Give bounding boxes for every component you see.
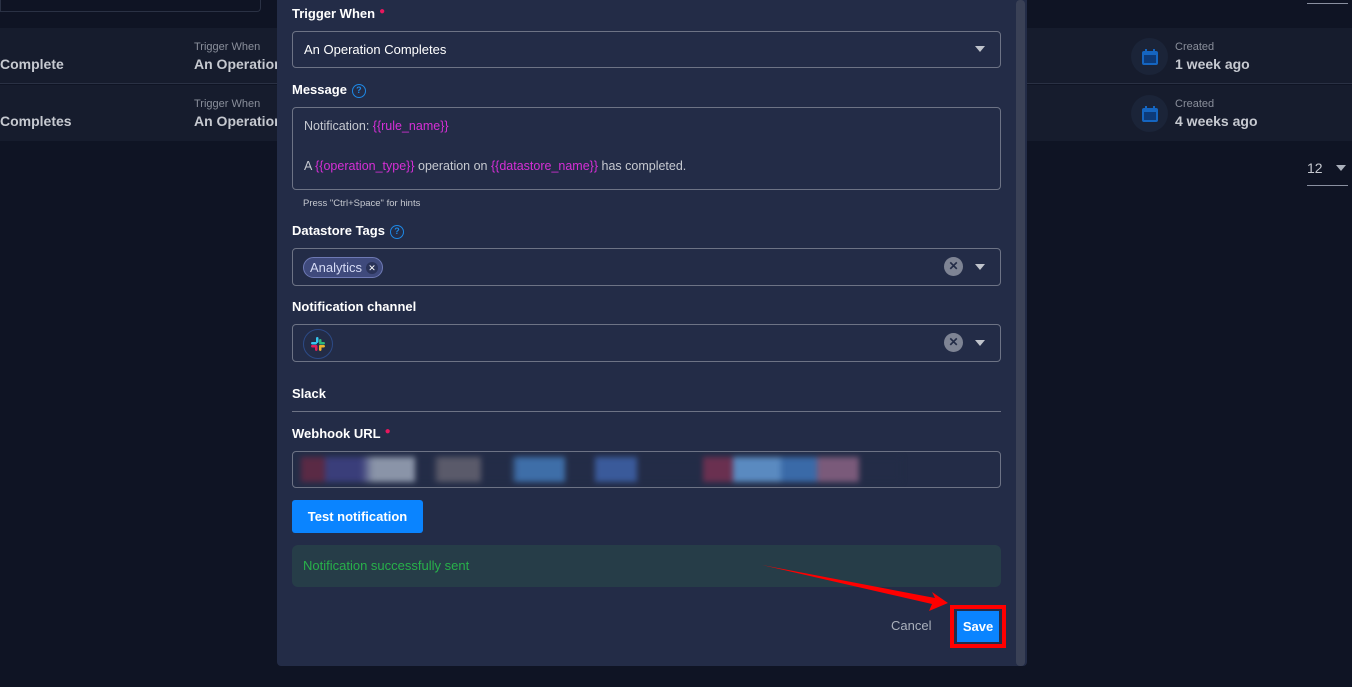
rule-name: Completes: [0, 113, 72, 129]
trigger-label: Trigger When ●: [292, 6, 386, 21]
created-value: 4 weeks ago: [1175, 113, 1258, 129]
clear-icon[interactable]: ✕: [944, 333, 963, 352]
page-size-value: 12: [1307, 160, 1323, 176]
trigger-value: An Operation Completes: [304, 42, 447, 57]
trigger-label: Trigger When: [194, 98, 261, 110]
chevron-down-icon[interactable]: [975, 340, 985, 351]
slack-icon: [303, 329, 333, 359]
test-notification-button[interactable]: Test notification: [292, 500, 423, 533]
help-icon[interactable]: ?: [389, 224, 404, 239]
message-line: A {{operation_type}} operation on {{data…: [304, 159, 687, 173]
channel-label: Notification channel: [292, 299, 417, 314]
notification-rule-modal: Trigger When ● An Operation Completes Mes…: [277, 0, 1027, 666]
message-label: Message?: [292, 82, 366, 98]
page-size-select[interactable]: 12: [1307, 160, 1348, 186]
tag-chip: Analytics ✕: [303, 257, 384, 278]
tags-label: Datastore Tags?: [292, 223, 404, 239]
message-input[interactable]: Notification: {{rule_name}} A {{operatio…: [292, 107, 1001, 190]
channel-select[interactable]: ✕: [292, 324, 1001, 362]
remove-tag-icon[interactable]: ✕: [366, 261, 379, 274]
calendar-icon: [1131, 38, 1168, 75]
hint-text: Press "Ctrl+Space" for hints: [303, 198, 421, 209]
calendar-icon: [1131, 95, 1168, 132]
trigger-label: Trigger When: [194, 41, 261, 53]
scrollbar[interactable]: [1016, 0, 1025, 666]
slack-section-title: Slack: [292, 386, 326, 401]
clear-icon[interactable]: ✕: [944, 257, 963, 276]
created-label: Created: [1175, 41, 1215, 53]
rule-name: Complete: [0, 56, 64, 72]
created-value: 1 week ago: [1175, 56, 1250, 72]
tags-select[interactable]: Analytics ✕ ✕: [292, 248, 1001, 286]
chevron-down-icon: [1336, 165, 1346, 176]
webhook-url-input[interactable]: [292, 451, 1001, 488]
search-box[interactable]: [0, 0, 261, 12]
webhook-label: Webhook URL ●: [292, 426, 391, 441]
save-button[interactable]: Save: [957, 611, 999, 642]
cancel-button[interactable]: Cancel: [891, 618, 931, 633]
top-select[interactable]: [1307, 3, 1348, 4]
divider: [292, 411, 1001, 412]
message-line: Notification: {{rule_name}}: [304, 119, 449, 133]
trigger-select[interactable]: An Operation Completes: [292, 31, 1001, 68]
chevron-down-icon[interactable]: [975, 264, 985, 275]
redacted-url: [301, 457, 901, 482]
created-label: Created: [1175, 98, 1215, 110]
help-icon[interactable]: ?: [351, 83, 366, 98]
success-alert: Notification successfully sent: [292, 545, 1001, 587]
chevron-down-icon: [975, 46, 985, 57]
